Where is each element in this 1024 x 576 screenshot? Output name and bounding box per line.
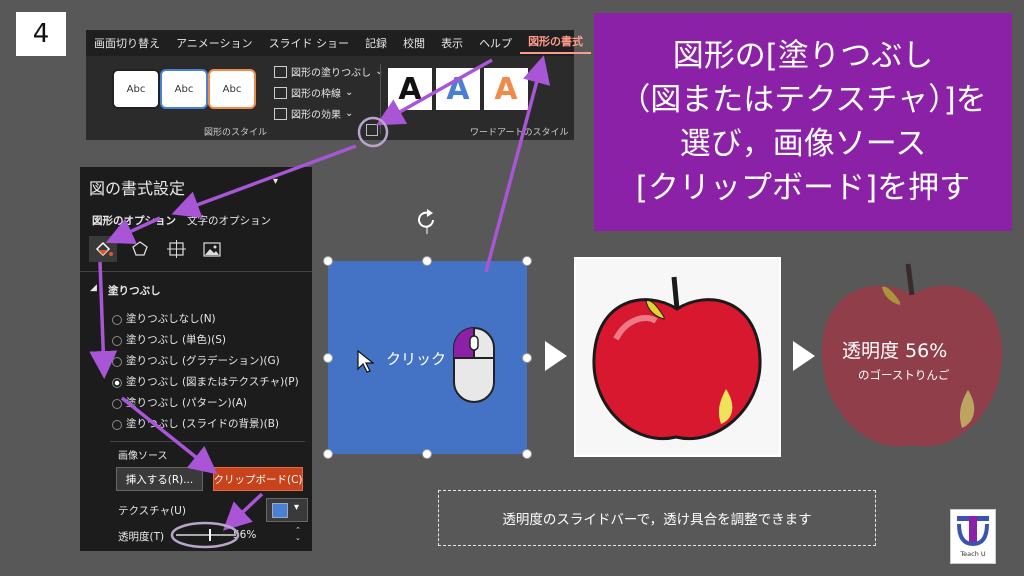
- arrow-to-fill-tab: [105, 216, 161, 244]
- arrow-shape-to-tab: [484, 55, 551, 273]
- arrow-to-slider: [222, 492, 264, 531]
- arrow-tab-to-launcher: [375, 58, 493, 126]
- teach-u-logo: Teach U: [950, 509, 996, 564]
- logo-mark-icon: [957, 516, 989, 547]
- tip-box: 透明度のスライドバーで，透け具合を調整できます: [438, 490, 876, 546]
- launcher-highlight-circle: [357, 116, 389, 148]
- arrow-to-picture-fill: [89, 261, 118, 379]
- logo-text: Teach U: [960, 550, 986, 558]
- slider-highlight-ellipse: [170, 521, 240, 549]
- arrow-to-clipboard: [120, 396, 218, 475]
- arrow-launcher-to-pane: [171, 144, 357, 218]
